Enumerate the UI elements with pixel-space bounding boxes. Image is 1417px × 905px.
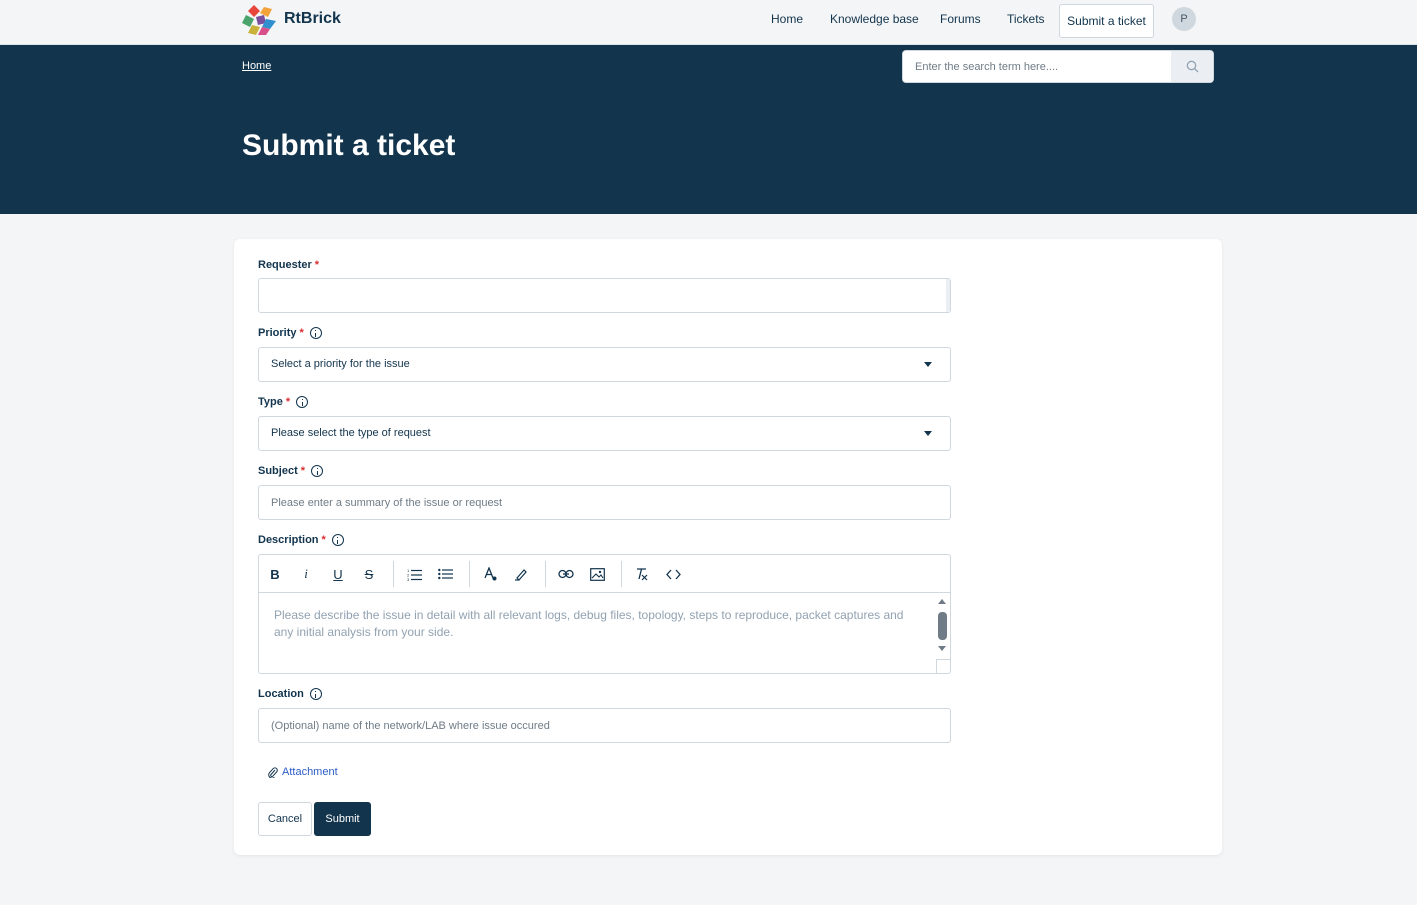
brand-logo[interactable]: RtBrick [242,3,341,35]
bold-icon[interactable]: B [265,564,285,584]
required-marker: * [299,327,304,339]
nav-forums[interactable]: Forums [940,12,981,26]
type-selected-value: Please select the type of request [271,427,431,439]
toolbar-divider [393,561,394,587]
subject-label: Subject * [258,465,324,477]
location-input[interactable] [258,708,951,743]
attachment-link[interactable]: Attachment [268,766,338,778]
attachment-label[interactable]: Attachment [282,766,338,778]
strikethrough-icon[interactable]: S [359,564,379,584]
location-label-text: Location [258,688,304,700]
ordered-list-icon[interactable]: 123 [404,564,424,584]
underline-icon[interactable]: U [328,564,348,584]
description-label: Description * [258,534,344,546]
page-title: Submit a ticket [242,129,456,162]
required-marker: * [300,465,306,477]
priority-label: Priority * [258,327,322,339]
rtbrick-logo-icon [242,5,276,35]
scroll-up-icon[interactable] [938,599,946,604]
ticket-form-card: Requester * Priority * Select a priority… [234,239,1222,855]
cancel-button[interactable]: Cancel [258,802,312,836]
info-icon[interactable] [296,396,309,408]
description-editor: B i U S 123 Please describe the issue in… [258,554,951,674]
scroll-down-icon[interactable] [938,646,946,651]
info-icon[interactable] [309,327,322,339]
required-marker: * [285,396,291,408]
user-avatar[interactable]: P [1172,7,1196,31]
type-label-text: Type [258,396,283,408]
location-label: Location [258,688,322,700]
nav-knowledge-base[interactable]: Knowledge base [830,12,919,26]
caret-down-icon [924,362,932,367]
highlight-icon[interactable] [511,564,531,584]
description-label-text: Description [258,534,319,546]
bullet-list-icon[interactable] [435,564,455,584]
required-marker: * [321,534,326,546]
image-icon[interactable] [587,564,607,584]
search-icon [1186,60,1198,73]
link-icon[interactable] [556,564,576,584]
editor-scrollbar-thumb[interactable] [938,612,947,640]
svg-text:3: 3 [407,577,410,581]
top-navbar: RtBrick Home Knowledge base Forums Ticke… [0,0,1417,45]
toolbar-divider [545,561,546,587]
subject-input[interactable] [258,485,951,520]
resize-handle[interactable] [936,659,950,673]
requester-label: Requester * [258,259,319,271]
requester-field[interactable] [258,278,951,313]
breadcrumb-home[interactable]: Home [242,60,271,72]
requester-label-text: Requester [258,259,312,271]
info-icon[interactable] [331,534,344,546]
editor-toolbar: B i U S 123 [259,555,950,593]
info-icon[interactable] [309,688,322,700]
priority-label-text: Priority [258,327,297,339]
italic-icon[interactable]: i [296,564,316,584]
priority-select[interactable]: Select a priority for the issue [258,347,951,382]
subject-label-text: Subject [258,465,298,477]
page-banner: Home Submit a ticket [0,45,1417,214]
nav-home[interactable]: Home [771,12,803,26]
clear-format-icon[interactable] [632,564,652,584]
description-textarea[interactable]: Please describe the issue in detail with… [274,607,914,641]
type-label: Type * [258,396,309,408]
nav-submit-ticket-button[interactable]: Submit a ticket [1059,4,1154,38]
required-marker: * [314,259,320,271]
search-input[interactable] [903,51,1173,82]
paperclip-icon [268,766,278,778]
caret-down-icon [924,431,932,436]
code-icon[interactable] [663,564,683,584]
info-icon[interactable] [311,465,324,477]
priority-selected-value: Select a priority for the issue [271,358,410,370]
font-color-icon[interactable] [480,564,500,584]
search-bar [902,50,1214,83]
requester-scrollbar [946,279,950,312]
toolbar-divider [621,561,622,587]
toolbar-divider [469,561,470,587]
submit-button[interactable]: Submit [314,802,371,836]
brand-name: RtBrick [284,10,341,27]
search-button[interactable] [1171,51,1213,82]
type-select[interactable]: Please select the type of request [258,416,951,451]
nav-tickets[interactable]: Tickets [1007,12,1045,26]
